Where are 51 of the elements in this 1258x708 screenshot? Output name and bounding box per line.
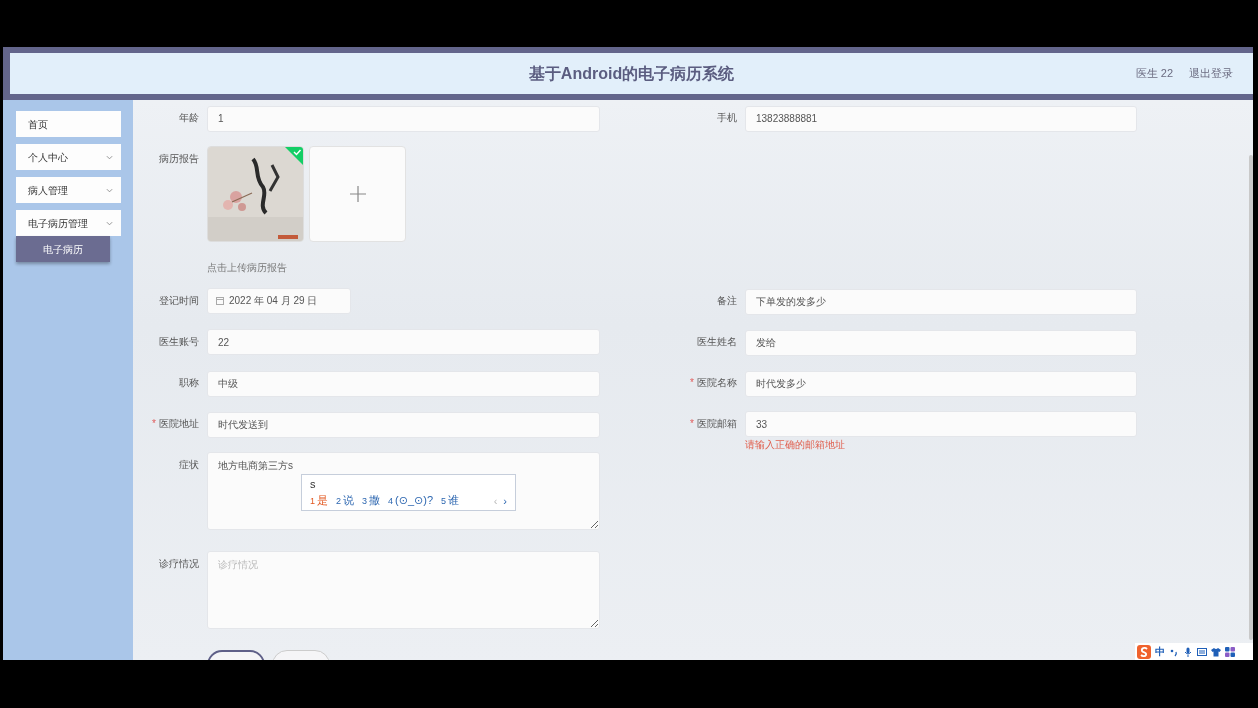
field-label: 手机	[716, 111, 738, 125]
sidebar-item[interactable]: 首页	[16, 111, 121, 137]
submenu-item[interactable]: 电子病历	[16, 236, 110, 262]
input-field[interactable]: 中级	[207, 370, 600, 397]
plus-icon	[349, 185, 366, 202]
app-title: 基于Android的电子病历系统	[528, 63, 735, 84]
field-label: 登记时间	[158, 293, 200, 308]
input-field[interactable]: 时代发多少	[745, 370, 1137, 397]
field-label: 诊疗情况	[158, 556, 200, 571]
input-field[interactable]: 1	[207, 105, 600, 132]
ime-composition: s	[310, 477, 317, 492]
ime-candidate[interactable]: 2 说	[336, 492, 355, 509]
upload-hint: 点击上传病历报告	[207, 261, 288, 274]
input-field[interactable]: 22	[207, 329, 600, 355]
microphone-icon[interactable]	[1183, 646, 1193, 657]
keyboard-icon[interactable]	[1197, 646, 1207, 657]
input-mode-toggle[interactable]: 中	[1155, 644, 1165, 659]
s-logo-icon[interactable]	[1137, 644, 1151, 659]
field-label: 职称	[178, 375, 200, 390]
sidebar-item[interactable]: 电子病历管理	[16, 210, 121, 236]
error-message: 请输入正确的邮箱地址	[745, 438, 845, 451]
input-field[interactable]: 下单发的发多少	[745, 288, 1137, 315]
date-field[interactable]: 2022 年 04 月 29 日	[207, 287, 351, 314]
field-label: 医生姓名	[696, 334, 738, 349]
input-field[interactable]: 33	[745, 411, 1137, 437]
logout-link[interactable]: 退出登录	[1189, 65, 1233, 82]
field-label: 病历报告	[158, 151, 200, 166]
input-field[interactable]: 时代发送到	[207, 411, 600, 438]
ime-candidate[interactable]: 3 撒	[362, 492, 381, 509]
input-field[interactable]: 13823888881	[745, 105, 1137, 132]
chevron-icon	[106, 220, 113, 226]
ime-candidate[interactable]: 4 (⊙_⊙)?	[388, 492, 434, 509]
grid-icon[interactable]	[1225, 646, 1235, 657]
field-label: 备注	[716, 293, 738, 308]
sidebar-item[interactable]: 个人中心	[16, 144, 121, 170]
field-label: 症状	[178, 457, 200, 472]
chevron-icon	[106, 187, 113, 193]
field-label: * 医院名称	[689, 375, 738, 390]
field-label: 年龄	[178, 111, 200, 125]
field-label: 医生账号	[158, 334, 200, 349]
ime-candidate[interactable]: 5 谁	[441, 492, 460, 509]
ime-candidate[interactable]: 1 是	[310, 492, 328, 509]
chevron-icon	[106, 154, 113, 160]
field-label: * 医院地址	[151, 416, 200, 431]
input-field[interactable]: 发给	[745, 329, 1137, 356]
shirt-icon[interactable]	[1211, 646, 1221, 657]
field-label: * 医院邮箱	[689, 416, 738, 431]
calendar-icon	[216, 296, 224, 305]
scrollbar-thumb[interactable]	[1249, 155, 1253, 640]
user-name: 医生 22	[1135, 66, 1173, 82]
sidebar-item[interactable]: 病人管理	[16, 177, 121, 203]
